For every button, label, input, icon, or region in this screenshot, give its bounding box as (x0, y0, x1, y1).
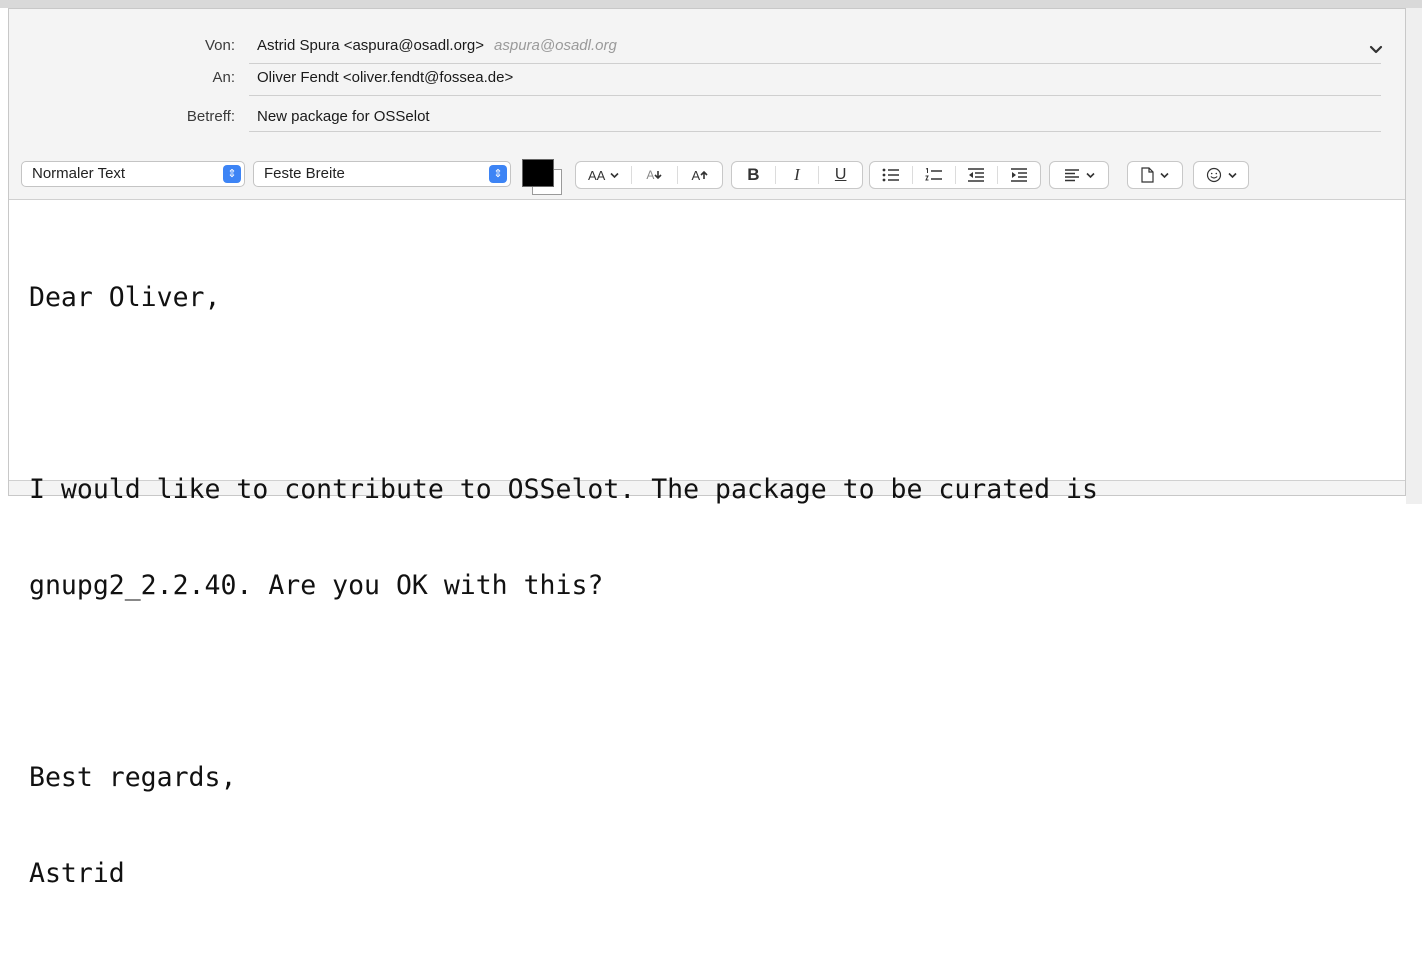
outdent-button[interactable] (956, 162, 998, 188)
updown-stepper-icon: ⇕ (489, 165, 507, 183)
paragraph-style-value: Normaler Text (32, 165, 126, 182)
updown-stepper-icon: ⇕ (223, 165, 241, 183)
message-line: gnupg2_2.2.40. Are you OK with this? (29, 570, 604, 601)
subject-field[interactable]: New package for OSSelot (257, 108, 430, 125)
format-toolbar: Normaler Text ⇕ Feste Breite ⇕ AA A A B … (9, 157, 1405, 197)
bulleted-list-icon (882, 168, 899, 182)
align-left-icon (1064, 168, 1079, 181)
alignment-button[interactable] (1050, 162, 1108, 188)
to-label: An: (212, 69, 235, 86)
chevron-down-icon (610, 172, 619, 178)
increase-size-label: A (691, 167, 701, 183)
italic-button[interactable]: I (776, 162, 819, 188)
message-body-editor[interactable]: Dear Oliver, I would like to contribute … (9, 199, 1405, 889)
document-icon (1141, 167, 1154, 183)
smiley-face-icon (1206, 167, 1221, 183)
font-family-value: Feste Breite (264, 165, 345, 182)
font-size-group: AA A A (575, 161, 723, 189)
from-dropdown-button[interactable] (1369, 45, 1383, 55)
message-closing: Best regards, (29, 762, 237, 793)
compose-window: Von: Astrid Spura <aspura@osadl.org> aspu… (0, 0, 1422, 889)
compose-panel: Von: Astrid Spura <aspura@osadl.org> aspu… (8, 8, 1406, 889)
emoji-group (1193, 161, 1249, 189)
outdent-icon (968, 168, 985, 182)
decrease-size-label: A (646, 168, 655, 182)
bold-button[interactable]: B (732, 162, 775, 188)
underline-button[interactable]: U (819, 162, 862, 188)
message-text: Dear Oliver, I would like to contribute … (29, 218, 1098, 954)
title-bar (0, 0, 1422, 8)
chevron-down-icon (1227, 172, 1237, 178)
message-line: I would like to contribute to OSSelot. T… (29, 474, 1098, 505)
font-family-select[interactable]: Feste Breite ⇕ (253, 161, 511, 187)
paragraph-style-select[interactable]: Normaler Text ⇕ (21, 161, 245, 187)
text-style-group: B I U (731, 161, 863, 189)
bullet-list-button[interactable] (870, 162, 912, 188)
divider (249, 131, 1381, 132)
arrow-down-icon (654, 171, 663, 180)
text-color-well[interactable] (522, 159, 564, 195)
from-alias: aspura@osadl.org (494, 37, 617, 54)
attachment-group (1127, 161, 1183, 189)
numbered-list-button[interactable] (913, 162, 955, 188)
emoji-button[interactable] (1194, 162, 1248, 188)
chevron-down-icon (1085, 172, 1095, 178)
from-field[interactable]: Astrid Spura <aspura@osadl.org> aspura@os… (257, 37, 617, 54)
font-size-button[interactable]: AA (576, 162, 631, 188)
indent-icon (1011, 168, 1028, 182)
message-greeting: Dear Oliver, (29, 282, 221, 313)
increase-font-size-button[interactable]: A (678, 162, 722, 188)
message-signature: Astrid (29, 858, 125, 889)
divider (249, 95, 1381, 96)
divider (249, 63, 1381, 64)
decrease-font-size-button[interactable]: A (632, 162, 676, 188)
from-label: Von: (204, 37, 235, 54)
font-size-label: AA (587, 167, 606, 183)
from-value: Astrid Spura <aspura@osadl.org> (257, 37, 485, 54)
chevron-down-icon (1160, 172, 1169, 178)
window-edge (1406, 8, 1422, 504)
chevron-down-icon (1369, 45, 1383, 54)
indent-button[interactable] (998, 162, 1040, 188)
text-color-swatch (522, 159, 554, 187)
alignment-group (1049, 161, 1109, 189)
numbered-list-icon (924, 168, 942, 181)
arrow-up-icon (700, 170, 708, 179)
list-indent-group (869, 161, 1041, 189)
to-field[interactable]: Oliver Fendt <oliver.fendt@fossea.de> (257, 69, 513, 86)
subject-label: Betreff: (186, 108, 235, 125)
attachment-button[interactable] (1128, 162, 1182, 188)
